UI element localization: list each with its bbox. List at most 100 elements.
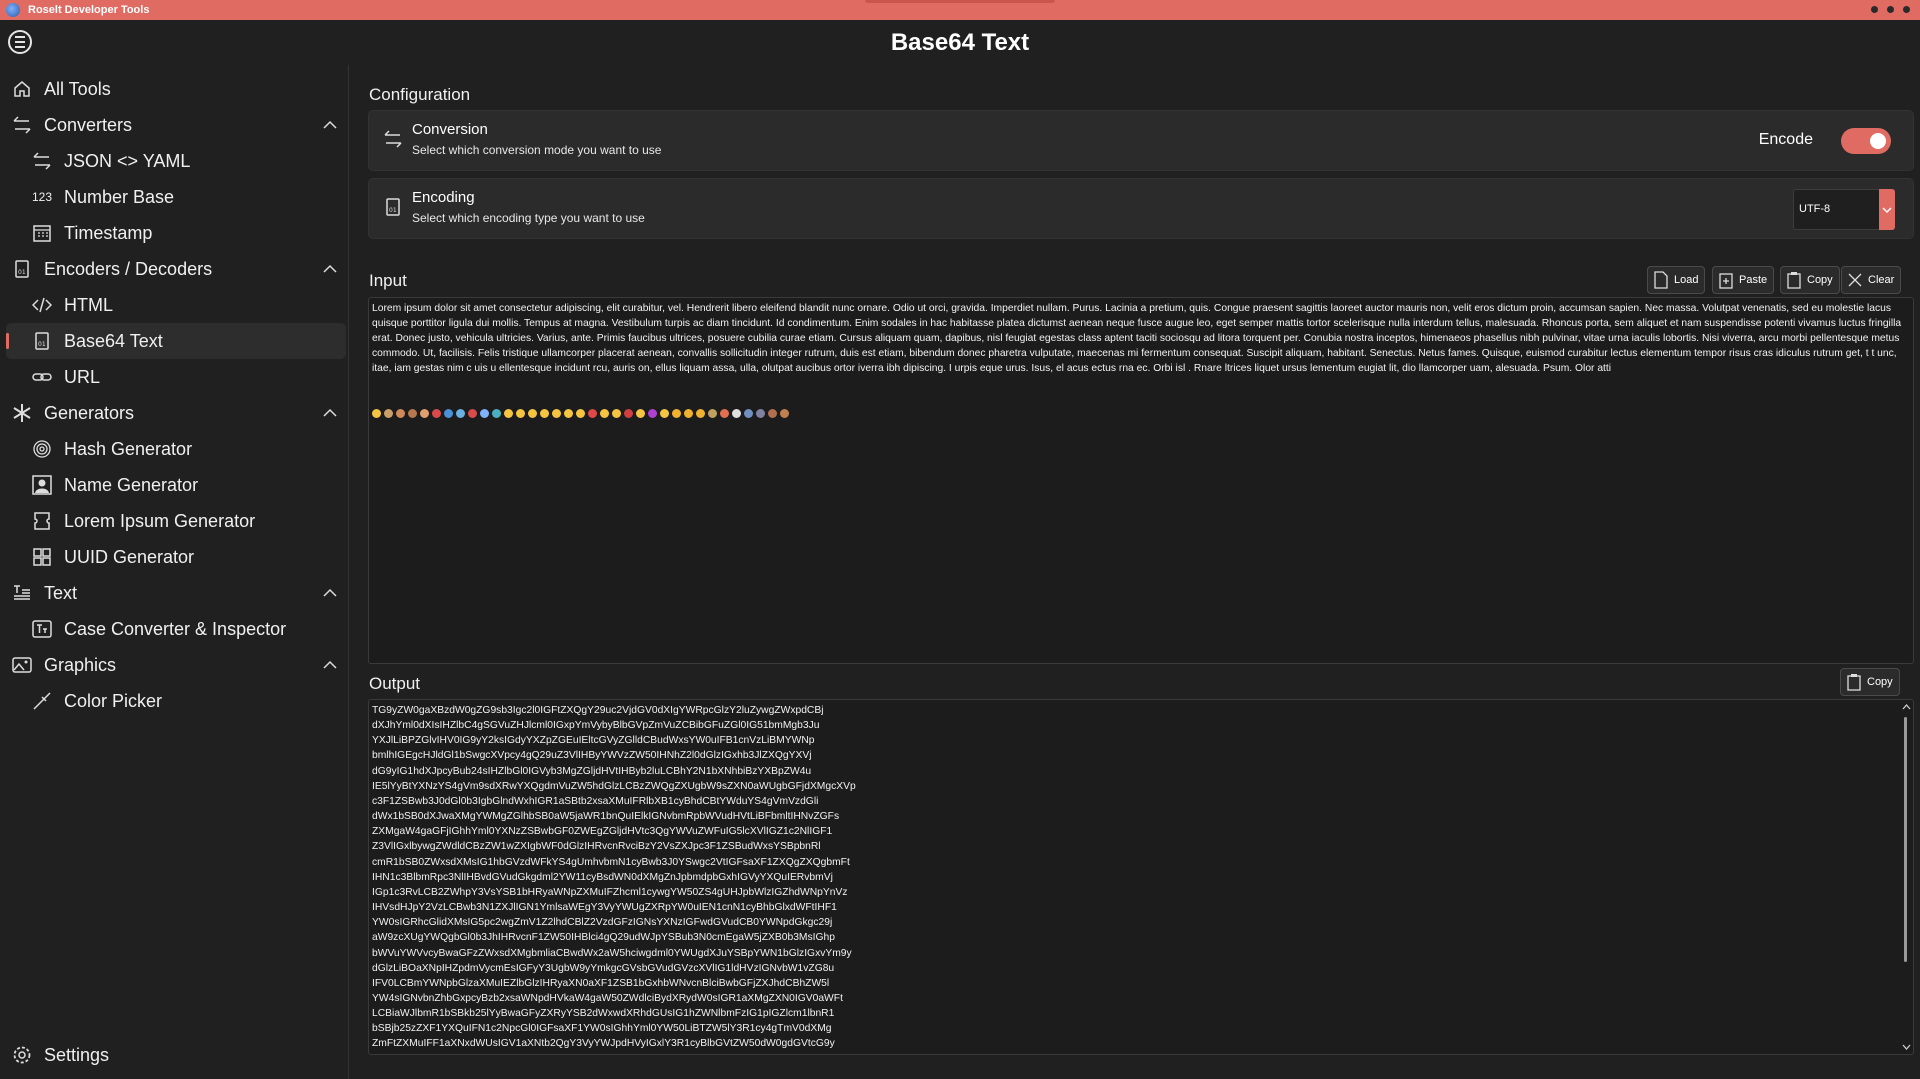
sidebar-item-timestamp[interactable]: Timestamp	[6, 215, 346, 251]
sidebar-item-number-base[interactable]: 123 Number Base	[6, 179, 346, 215]
sidebar-item-label: Generators	[44, 402, 135, 423]
chevron-down-icon[interactable]	[1879, 189, 1895, 230]
scrollbar-thumb[interactable]	[1904, 717, 1907, 962]
chevron-down-icon[interactable]	[1902, 1043, 1911, 1051]
input-copy-button[interactable]: Copy	[1780, 266, 1840, 294]
output-line: YXJlLiBPZGlvIHV0IG9yY2ksIGdyYXZpZGEuIElt…	[372, 735, 815, 747]
output-line: IE5lYyBtYXNzYS4gVm9sdXRwYXQgdmVuZW5hdGlz…	[372, 780, 856, 792]
svg-text:01: 01	[18, 269, 26, 276]
sidebar-item-label: Number Base	[64, 186, 175, 207]
output-line: c3F1ZSBwb3J0dGl0b3IgbGlndWxhIGR1aSBtb2xs…	[372, 795, 819, 807]
paste-icon	[1719, 273, 1733, 289]
binary-file-icon: 01	[386, 198, 400, 216]
load-button[interactable]: Load	[1647, 266, 1706, 294]
sidebar-item-label: Base64 Text	[64, 330, 163, 351]
sidebar-item-all-tools[interactable]: All Tools	[6, 71, 346, 107]
output-textarea[interactable]: TG9yZW0gaXBzdW0gZG9sb3Igc2l0IGFtZXQgY29u…	[368, 699, 1914, 1055]
output-line: ZmFtZXMuIFF1aXNxdWUsIGV1aXNtb2QgY3VyYWJp…	[372, 1038, 835, 1050]
sidebar-item-hash-generator[interactable]: Hash Generator	[6, 431, 346, 467]
input-textarea[interactable]: Lorem ipsum dolor sit amet consectetur a…	[368, 297, 1914, 664]
sidebar-item-html[interactable]: HTML	[6, 287, 346, 323]
emoji-glyph	[576, 409, 585, 418]
person-icon	[30, 473, 54, 497]
copy-button-label: Copy	[1807, 274, 1833, 286]
chevron-up-icon[interactable]	[1902, 703, 1911, 711]
titlebar-drag-handle[interactable]	[865, 0, 1055, 3]
hamburger-menu-icon[interactable]	[8, 30, 32, 54]
sidebar-group-encoders-decoders[interactable]: 01 Encoders / Decoders	[6, 251, 346, 287]
settings-label: Settings	[44, 1044, 110, 1065]
sidebar-group-graphics[interactable]: Graphics	[6, 647, 346, 683]
sidebar-item-label: HTML	[64, 294, 113, 315]
paste-button-label: Paste	[1739, 274, 1768, 286]
clear-button[interactable]: Clear	[1841, 266, 1902, 294]
sidebar-item-url[interactable]: URL	[6, 359, 346, 395]
main-content: Configuration Conversion Select which co…	[350, 65, 1920, 1079]
output-scrollbar[interactable]	[1901, 703, 1911, 1051]
sidebar-item-label: Name Generator	[64, 474, 199, 495]
emoji-glyph	[396, 409, 405, 418]
number-123-icon: 123	[31, 190, 53, 204]
emoji-glyph	[420, 409, 429, 418]
encode-toggle[interactable]	[1841, 128, 1891, 154]
output-copy-button[interactable]: Copy	[1840, 668, 1900, 696]
chevron-up-icon[interactable]	[322, 657, 338, 673]
emoji-glyph	[384, 409, 393, 418]
paste-button[interactable]: Paste	[1712, 266, 1775, 294]
sidebar-item-uuid-generator[interactable]: UUID Generator	[6, 539, 346, 575]
output-line: bSBjb25zZXF1YXQuIFN1c2NpcGl0IGFsaXF1YW0s…	[372, 1023, 832, 1035]
calendar-icon	[30, 221, 54, 245]
chevron-up-icon[interactable]	[322, 585, 338, 601]
encoding-select[interactable]: UTF-8	[1793, 189, 1895, 230]
text-case-icon	[30, 617, 54, 641]
chevron-up-icon[interactable]	[322, 405, 338, 421]
minimize-icon[interactable]	[1871, 6, 1878, 13]
sidebar-item-label: Converters	[44, 114, 133, 135]
app-header: Base64 Text	[0, 20, 1920, 65]
home-icon	[10, 77, 34, 101]
sidebar-item-settings[interactable]: Settings	[6, 1037, 346, 1073]
sidebar-item-case-converter[interactable]: Case Converter & Inspector	[6, 611, 346, 647]
emoji-glyph	[408, 409, 417, 418]
sidebar-item-label: Text	[44, 582, 78, 603]
emoji-glyph	[552, 409, 561, 418]
close-icon[interactable]	[1903, 6, 1910, 13]
chevron-up-icon[interactable]	[322, 117, 338, 133]
arrows-swap-icon	[10, 113, 34, 137]
svg-text:01: 01	[389, 207, 397, 214]
sidebar-group-generators[interactable]: Generators	[6, 395, 346, 431]
output-line: dGlzLiBOaXNpIHZpdmVycmEsIGFyY3UgbW9yYmkg…	[372, 962, 835, 974]
sidebar-item-lorem-ipsum-generator[interactable]: Lorem Ipsum Generator	[6, 503, 346, 539]
sidebar: All Tools Converters JSON <> YAML 123 Nu…	[0, 65, 349, 1079]
output-line: TG9yZW0gaXBzdW0gZG9sb3Igc2l0IGFtZXQgY29u…	[372, 705, 824, 716]
output-line: dXJhYml0dXIsIHZlbC4gSGVuZHJlcml0IGxpYmVy…	[372, 720, 820, 732]
maximize-icon[interactable]	[1887, 6, 1894, 13]
sidebar-group-converters[interactable]: Converters	[6, 107, 346, 143]
binary-file-icon: 01	[10, 257, 34, 281]
encoding-selected-value: UTF-8	[1799, 203, 1831, 215]
emoji-glyph	[660, 409, 669, 418]
sidebar-item-color-picker[interactable]: Color Picker	[6, 683, 346, 719]
text-icon	[10, 581, 34, 605]
clipboard-icon	[1787, 272, 1801, 289]
encode-toggle-label: Encode	[1758, 131, 1813, 148]
window-titlebar: Roselt Developer Tools	[0, 0, 1920, 20]
output-line: dG9yIG1hdXJpcyBub24sIHZlbGl0IGVyb3MgZGlj…	[372, 765, 812, 777]
sidebar-item-name-generator[interactable]: Name Generator	[6, 467, 346, 503]
output-text: TG9yZW0gaXBzdW0gZG9sb3Igc2l0IGFtZXQgY29u…	[372, 703, 856, 1052]
sidebar-item-label: URL	[64, 366, 101, 387]
emoji-glyph	[528, 409, 537, 418]
encoding-description: Select which encoding type you want to u…	[412, 211, 645, 225]
output-title: Output	[369, 674, 421, 693]
eyedropper-icon	[30, 689, 54, 713]
chevron-up-icon[interactable]	[322, 261, 338, 277]
sidebar-group-text[interactable]: Text	[6, 575, 346, 611]
app-logo-icon	[6, 3, 20, 17]
emoji-glyph	[540, 409, 549, 418]
emoji-glyph	[756, 409, 765, 418]
sidebar-item-json-yaml[interactable]: JSON <> YAML	[6, 143, 346, 179]
sidebar-item-label: Hash Generator	[64, 438, 193, 459]
output-line: IGp1c3RvLCB2ZWhpY3VsYSB1bHRyaWNpZXMuIFZh…	[372, 886, 848, 898]
output-line: ZXMgaW4gaGFjIGhhYml0YXNzZSBwbGF0ZWEgZGlj…	[372, 826, 833, 838]
sidebar-item-base64-text[interactable]: 01 Base64 Text	[6, 323, 346, 359]
